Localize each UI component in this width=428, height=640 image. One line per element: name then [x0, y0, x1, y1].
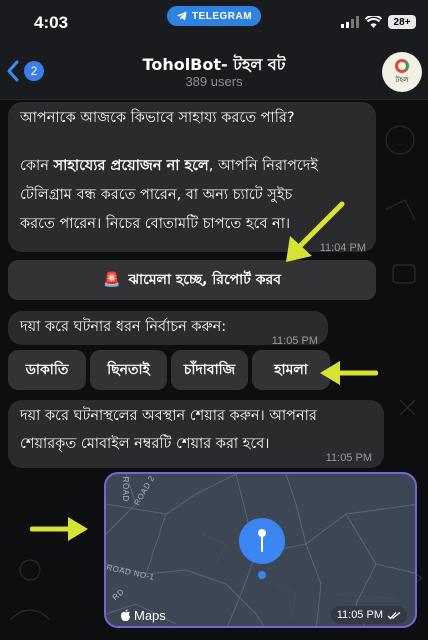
bot-message-share-location: দয়া করে ঘটনাস্থলের অবস্থান শেয়ার করুন।…	[8, 400, 384, 468]
message-bold-text: সাহায্যের প্রয়োজন না হলে	[53, 158, 209, 174]
logo-icon	[395, 58, 409, 73]
telegram-icon	[176, 11, 187, 21]
telegram-pill[interactable]: TELEGRAM	[167, 6, 261, 26]
annotation-arrow-icon	[286, 201, 345, 262]
incident-button-robbery[interactable]: ডাকাতি	[8, 350, 86, 390]
maps-label: Maps	[134, 608, 166, 623]
clock: 4:03	[34, 13, 69, 32]
chat-subtitle: 389 users	[185, 74, 243, 89]
double-check-icon	[387, 611, 401, 619]
message-line: করতে পারেন। নিচের বোতামটি চাপতে হবে না।	[20, 216, 291, 232]
siren-icon: 🚨	[103, 272, 121, 288]
chat-header: 2 ToholBot- টহল বট 389 users টহল	[0, 44, 428, 100]
status-bar: 4:03 TELEGRAM 28+	[0, 0, 428, 44]
location-dot-icon	[258, 571, 266, 579]
maps-attribution: Maps	[120, 608, 166, 623]
message-text: কোন	[20, 158, 54, 174]
shared-location-map[interactable]: G ROAD ROAD 2 ROAD NO-1 RD Maps 11:05 PM	[104, 472, 417, 628]
road-label: G ROAD	[120, 472, 130, 502]
avatar-text: টহল	[395, 75, 409, 84]
message-time: 11:05 PM	[325, 452, 372, 464]
annotation-arrow-icon	[30, 517, 88, 541]
incident-button-extortion[interactable]: চাঁদাবাজি	[171, 350, 248, 390]
telegram-label: TELEGRAM	[191, 10, 253, 22]
message-line: শেয়ারকৃত মোবাইল নম্বরটি শেয়ার করা হবে।	[20, 436, 270, 452]
message-line: দয়া করে ঘটনাস্থলের অবস্থান শেয়ার করুন।…	[20, 408, 317, 424]
pin-needle-icon	[258, 529, 266, 552]
apple-logo-icon	[121, 609, 130, 622]
chat-area[interactable]: আপনাকে আজকে কিভাবে সাহায্য করতে পারি? কো…	[0, 100, 428, 640]
message-text: , আপনি নিরাপদেই	[208, 158, 318, 174]
location-pin-icon	[239, 518, 285, 564]
wifi-icon	[365, 16, 382, 28]
bot-avatar[interactable]: টহল	[382, 52, 422, 92]
battery-indicator: 28+	[388, 15, 416, 29]
message-line: টেলিগ্রাম বন্ধ করতে পারেন, বা অন্য চ্যাট…	[20, 187, 293, 203]
message-line: আপনাকে আজকে কিভাবে সাহায্য করতে পারি?	[20, 110, 295, 126]
report-button-label: ঝামেলা হচ্ছে, রিপোর্ট করব	[128, 272, 281, 288]
message-line: দয়া করে ঘটনার ধরন নির্বাচন করুন:	[20, 319, 227, 335]
signal-icon	[341, 16, 359, 28]
annotation-arrow-icon	[320, 361, 378, 385]
message-time: 11:05 PM	[336, 609, 383, 621]
message-line: কোন সাহায্যের প্রয়োজন না হলে, আপনি নিরা…	[20, 154, 318, 178]
map-message-time: 11:05 PM	[330, 606, 407, 624]
status-icons: 28+	[341, 15, 416, 29]
incident-button-snatching[interactable]: ছিনতাই	[90, 350, 167, 390]
bot-message-incident-type: দয়া করে ঘটনার ধরন নির্বাচন করুন: 11:05 …	[8, 311, 328, 347]
